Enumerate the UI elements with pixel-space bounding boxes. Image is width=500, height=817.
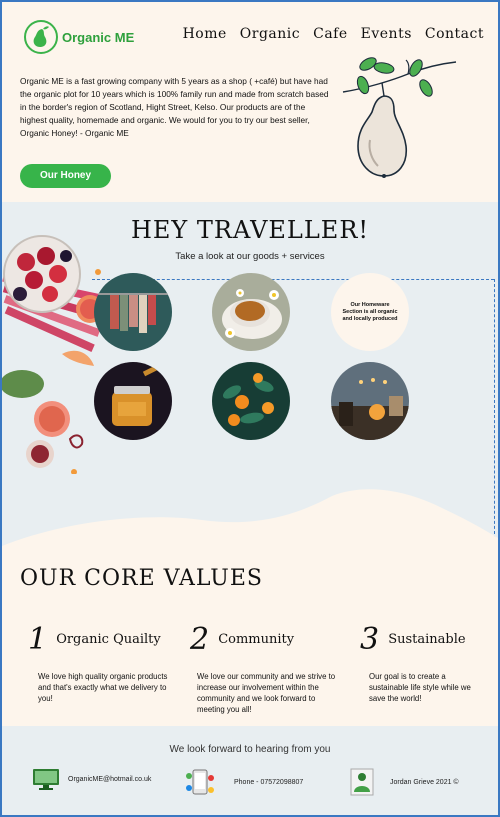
intro-text: Organic ME is a fast growing company wit… [20, 76, 329, 138]
credit-text: Jordan Grieve 2021 © [390, 778, 459, 786]
value-title: Sustainable [388, 632, 466, 647]
computer-icon [33, 769, 59, 790]
value-number: 1 [28, 622, 48, 657]
value-title: Community [218, 632, 295, 647]
value-item: 1 Organic Quailty We love high quality o… [28, 622, 178, 704]
nav-home[interactable]: Home [183, 26, 227, 42]
cream-wave-divider [2, 489, 498, 546]
footer: We look forward to hearing from you Orga… [2, 726, 498, 815]
traveller-section: HEY TRAVELLER! Take a look at our goods … [2, 202, 498, 546]
nav-organic[interactable]: Organic [240, 26, 300, 42]
phone-text: Phone - 07572098807 [234, 778, 304, 786]
nav-cafe[interactable]: Cafe [313, 26, 348, 42]
credit: Jordan Grieve 2021 © [350, 768, 459, 796]
nav-contact[interactable]: Contact [425, 26, 484, 42]
homeware-circle[interactable]: Our Homeware Section is all organic and … [331, 273, 409, 351]
cafe-terrace-circle-image[interactable] [331, 362, 409, 440]
clothing-circle-image[interactable] [94, 273, 172, 351]
value-number: 3 [360, 622, 380, 657]
tea-circle-image[interactable] [212, 273, 290, 351]
person-icon [350, 768, 374, 796]
value-text: We love high quality organic products an… [38, 672, 168, 703]
value-title: Organic Quailty [56, 632, 161, 647]
oranges-circle-image[interactable] [212, 362, 290, 440]
honey-circle-image[interactable] [94, 362, 172, 440]
footer-message: We look forward to hearing from you [169, 744, 331, 755]
homeware-text: Our Homeware Section is all organic and … [342, 301, 398, 322]
header: Organic ME Home Organic Cafe Events Cont… [2, 2, 498, 202]
email-text: OrganicME@hotmail.co.uk [68, 775, 152, 783]
pear-illustration [342, 57, 457, 178]
pear-logo-icon [24, 20, 58, 54]
value-text: Our goal is to create a sustainable life… [369, 672, 471, 703]
main-nav: Home Organic Cafe Events Contact [183, 26, 484, 42]
our-honey-button[interactable]: Our Honey [20, 164, 111, 188]
core-values-heading: OUR CORE VALUES [20, 566, 263, 591]
brand-name: Organic ME [62, 29, 135, 45]
value-item: 2 Community We love our community and we… [190, 622, 340, 715]
value-number: 2 [190, 622, 210, 657]
value-text: We love our community and we strive to i… [197, 672, 336, 714]
nav-events[interactable]: Events [361, 26, 412, 42]
phone-icon [186, 769, 214, 795]
value-item: 3 Sustainable Our goal is to create a su… [360, 622, 498, 704]
fruit-decoration-image [2, 235, 104, 474]
page: Organic ME Home Organic Cafe Events Cont… [0, 0, 500, 817]
phone-contact[interactable]: Phone - 07572098807 [184, 768, 303, 796]
email-contact[interactable]: OrganicME@hotmail.co.uk [32, 768, 151, 790]
logo[interactable]: Organic ME [24, 20, 134, 54]
